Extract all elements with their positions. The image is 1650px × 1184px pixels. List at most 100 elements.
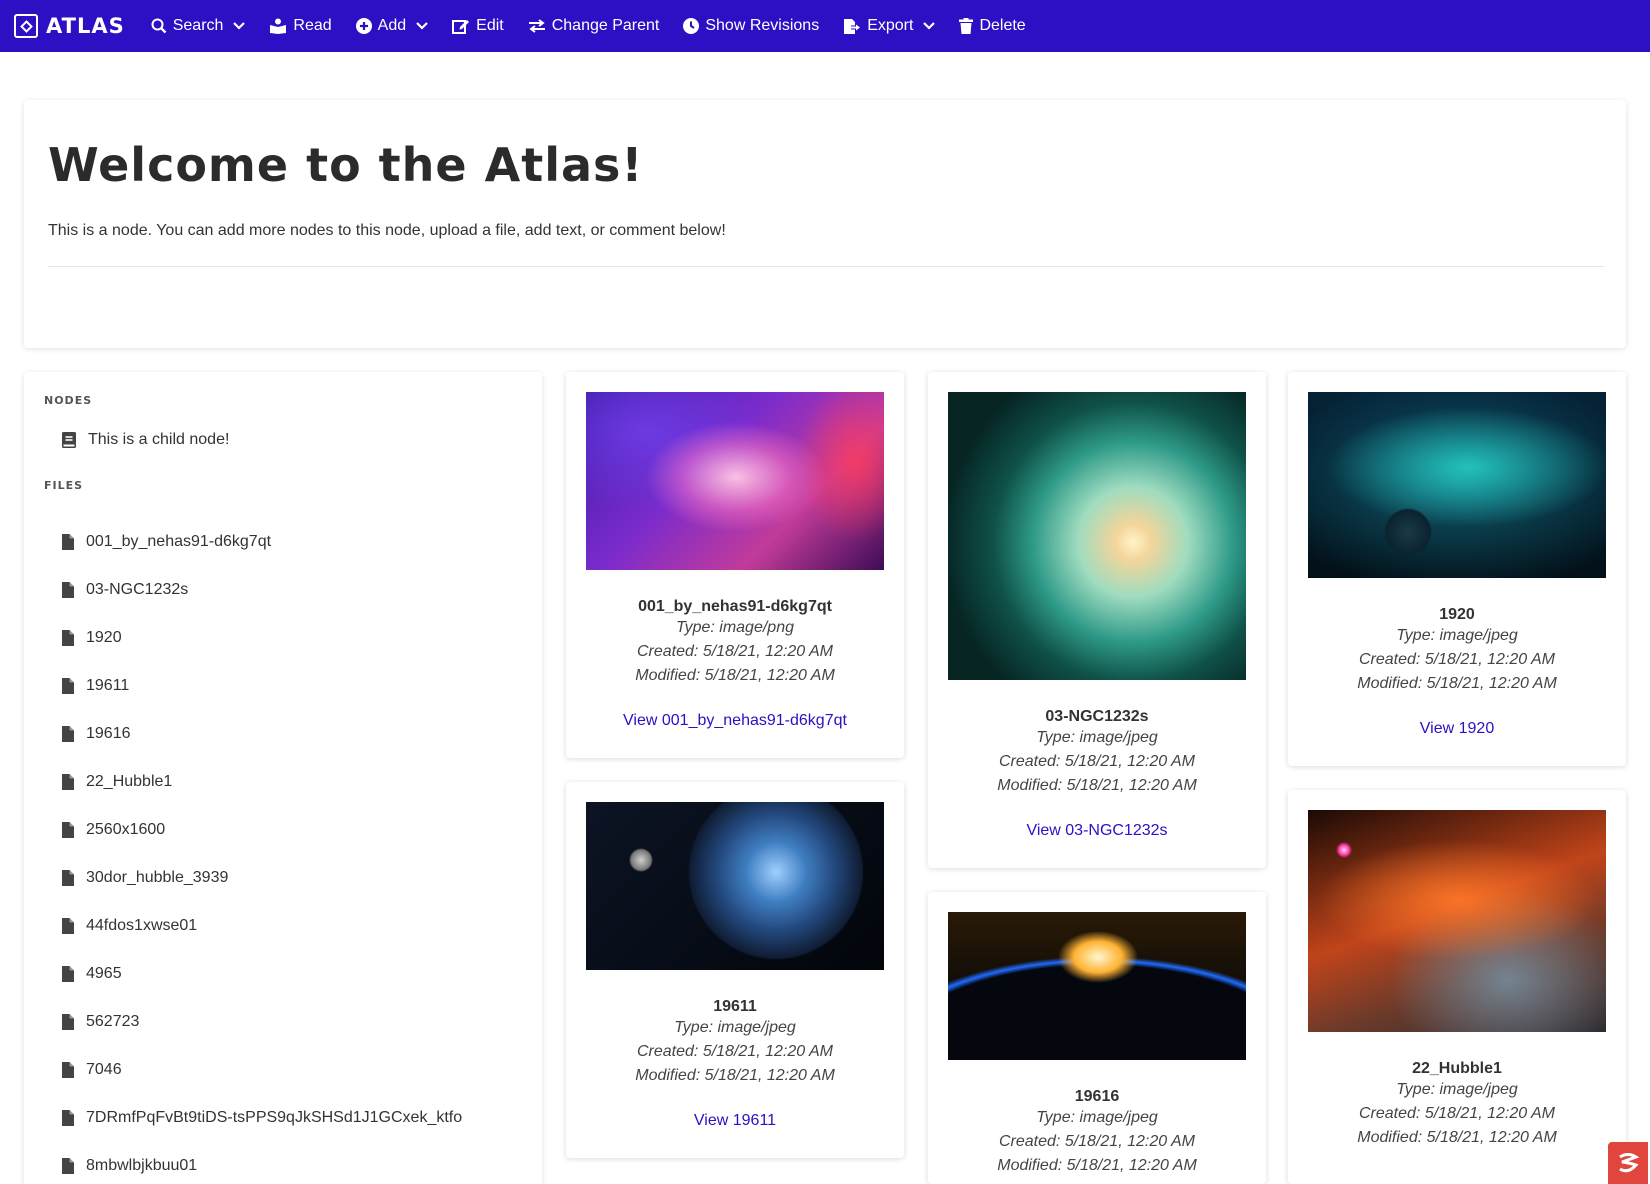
view-file-link[interactable]: View 19611 bbox=[586, 1112, 884, 1130]
file-card: 03-NGC1232s Type: image/jpeg Created: 5/… bbox=[928, 372, 1266, 868]
file-icon bbox=[62, 822, 74, 838]
nodes-section-title: NODES bbox=[44, 394, 93, 407]
reader-icon bbox=[270, 18, 287, 34]
add-label: Add bbox=[377, 17, 407, 34]
search-icon bbox=[151, 18, 167, 34]
file-card-title: 22_Hubble1 bbox=[1412, 1060, 1502, 1077]
file-card-type: Type: image/jpeg bbox=[1396, 1081, 1518, 1098]
file-item[interactable]: 19611 bbox=[62, 662, 522, 710]
file-card-type: Type: image/png bbox=[676, 619, 794, 636]
file-item-label: 19611 bbox=[86, 677, 130, 694]
brand-logo[interactable]: ATLAS bbox=[14, 14, 125, 38]
file-card: 22_Hubble1 Type: image/jpeg Created: 5/1… bbox=[1288, 790, 1626, 1184]
search-label: Search bbox=[172, 17, 224, 34]
file-icon bbox=[62, 918, 74, 934]
file-item[interactable]: 8mbwlbjkbuu01 bbox=[62, 1142, 522, 1184]
file-card: 001_by_nehas91-d6kg7qt Type: image/png C… bbox=[566, 372, 904, 758]
file-item[interactable]: 19616 bbox=[62, 710, 522, 758]
file-item[interactable]: 03-NGC1232s bbox=[62, 566, 522, 614]
file-icon bbox=[62, 1110, 74, 1126]
file-card-modified: Modified: 5/18/21, 12:20 AM bbox=[997, 1157, 1197, 1174]
file-item-label: 03-NGC1232s bbox=[86, 581, 189, 598]
file-icon bbox=[62, 1158, 74, 1174]
file-thumbnail[interactable] bbox=[1308, 392, 1606, 578]
sidebar: NODES This is a child node! FILES 001_by… bbox=[24, 372, 542, 1184]
edit-icon bbox=[452, 20, 470, 34]
help-widget-button[interactable] bbox=[1608, 1142, 1648, 1184]
file-card-created: Created: 5/18/21, 12:20 AM bbox=[637, 643, 833, 660]
file-card-created: Created: 5/18/21, 12:20 AM bbox=[999, 1133, 1195, 1150]
view-file-link[interactable]: View 03-NGC1232s bbox=[948, 822, 1246, 840]
file-card: 19611 Type: image/jpeg Created: 5/18/21,… bbox=[566, 782, 904, 1158]
file-icon bbox=[62, 774, 74, 790]
file-item-label: 22_Hubble1 bbox=[86, 773, 173, 790]
view-file-link[interactable]: View 001_by_nehas91-d6kg7qt bbox=[586, 712, 884, 730]
file-card-created: Created: 5/18/21, 12:20 AM bbox=[1359, 1105, 1555, 1122]
file-item[interactable]: 7046 bbox=[62, 1046, 522, 1094]
file-item[interactable]: 30dor_hubble_3939 bbox=[62, 854, 522, 902]
file-item-label: 562723 bbox=[86, 1013, 140, 1030]
trash-icon bbox=[959, 18, 974, 34]
file-item[interactable]: 1920 bbox=[62, 614, 522, 662]
file-icon bbox=[62, 1062, 74, 1078]
file-item[interactable]: 001_by_nehas91-d6kg7qt bbox=[62, 518, 522, 566]
chat-widget-icon bbox=[1619, 1153, 1640, 1173]
read-button[interactable]: Read bbox=[269, 17, 332, 35]
file-thumbnail[interactable] bbox=[948, 392, 1246, 680]
file-card: 19616 Type: image/jpeg Created: 5/18/21,… bbox=[928, 892, 1266, 1184]
file-item-label: 7DRmfPqFvBt9tiDS-tsPPS9qJkSHSd1J1GCxek_k… bbox=[86, 1109, 463, 1126]
file-item-label: 4965 bbox=[86, 965, 122, 982]
file-card-modified: Modified: 5/18/21, 12:20 AM bbox=[1357, 675, 1557, 692]
atlas-logo-icon bbox=[14, 14, 38, 38]
file-item-label: 2560x1600 bbox=[86, 821, 166, 838]
file-item[interactable]: 7DRmfPqFvBt9tiDS-tsPPS9qJkSHSd1J1GCxek_k… bbox=[62, 1094, 522, 1142]
search-menu[interactable]: Search bbox=[151, 17, 246, 35]
node-description: This is a node. You can add more nodes t… bbox=[48, 222, 726, 239]
node-item-label: This is a child node! bbox=[88, 431, 230, 448]
file-item[interactable]: 2560x1600 bbox=[62, 806, 522, 854]
file-icon bbox=[62, 966, 74, 982]
add-menu[interactable]: Add bbox=[355, 17, 428, 35]
read-label: Read bbox=[293, 17, 332, 34]
edit-button[interactable]: Edit bbox=[452, 17, 504, 35]
file-card-title: 1920 bbox=[1439, 606, 1475, 623]
file-card-type: Type: image/jpeg bbox=[1396, 627, 1518, 644]
file-card-type: Type: image/jpeg bbox=[674, 1019, 796, 1036]
file-thumbnail[interactable] bbox=[1308, 810, 1606, 1032]
file-thumbnail[interactable] bbox=[948, 912, 1246, 1060]
file-thumbnail[interactable] bbox=[586, 392, 884, 570]
export-menu[interactable]: Export bbox=[843, 17, 936, 35]
show-revisions-button[interactable]: Show Revisions bbox=[683, 17, 819, 35]
sidebar-node-item[interactable]: This is a child node! bbox=[62, 431, 522, 449]
show-revisions-label: Show Revisions bbox=[705, 17, 820, 34]
file-icon bbox=[62, 1014, 74, 1030]
node-header-card: Welcome to the Atlas! This is a node. Yo… bbox=[24, 100, 1626, 348]
file-icon bbox=[62, 870, 74, 886]
change-parent-button[interactable]: Change Parent bbox=[528, 17, 660, 35]
file-card-created: Created: 5/18/21, 12:20 AM bbox=[999, 753, 1195, 770]
file-card: 1920 Type: image/jpeg Created: 5/18/21, … bbox=[1288, 372, 1626, 766]
book-icon bbox=[62, 432, 76, 448]
export-label: Export bbox=[867, 17, 914, 34]
change-parent-label: Change Parent bbox=[551, 17, 660, 34]
delete-button[interactable]: Delete bbox=[959, 17, 1026, 35]
file-item[interactable]: 22_Hubble1 bbox=[62, 758, 522, 806]
file-item-label: 8mbwlbjkbuu01 bbox=[86, 1157, 198, 1174]
file-card-title: 19616 bbox=[1074, 1088, 1120, 1105]
view-file-link[interactable]: View 1920 bbox=[1308, 720, 1606, 738]
delete-label: Delete bbox=[979, 17, 1026, 34]
file-list: 001_by_nehas91-d6kg7qt 03-NGC1232s 1920 … bbox=[44, 518, 522, 1184]
file-item-label: 44fdos1xwse01 bbox=[86, 917, 198, 934]
file-card-created: Created: 5/18/21, 12:20 AM bbox=[637, 1043, 833, 1060]
clock-icon bbox=[683, 18, 700, 34]
brand-text: ATLAS bbox=[46, 14, 125, 38]
file-card-created: Created: 5/18/21, 12:20 AM bbox=[1359, 651, 1555, 668]
file-thumbnail[interactable] bbox=[586, 802, 884, 970]
file-item[interactable]: 4965 bbox=[62, 950, 522, 998]
file-item-label: 19616 bbox=[86, 725, 131, 742]
file-item[interactable]: 562723 bbox=[62, 998, 522, 1046]
file-item[interactable]: 44fdos1xwse01 bbox=[62, 902, 522, 950]
file-card-modified: Modified: 5/18/21, 12:20 AM bbox=[997, 777, 1197, 794]
file-card-title: 001_by_nehas91-d6kg7qt bbox=[638, 598, 832, 615]
file-icon bbox=[62, 630, 74, 646]
